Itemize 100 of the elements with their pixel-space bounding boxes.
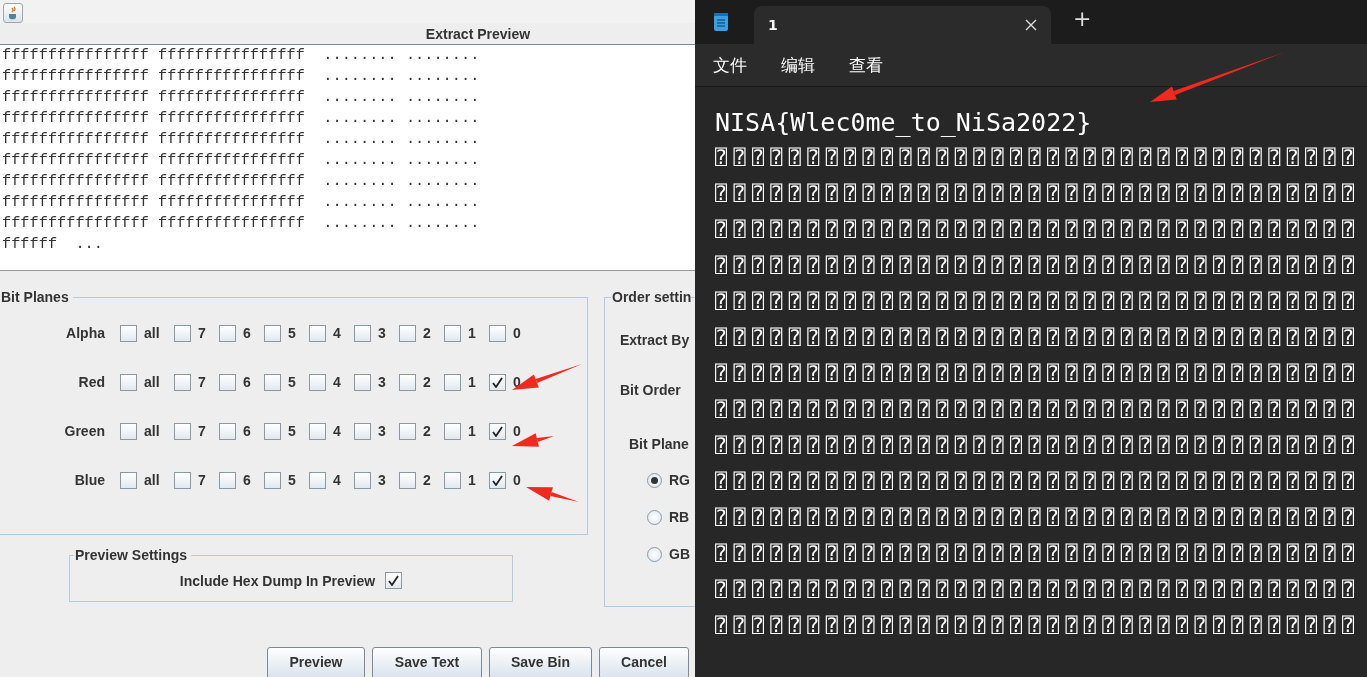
checkbox[interactable] <box>354 324 371 342</box>
hex-line: ffffffffffffffff ffffffffffffffff ........ ........ <box>2 108 481 129</box>
new-tab-button[interactable]: + <box>1073 5 1092 31</box>
checkbox[interactable] <box>264 471 281 489</box>
hex-line: ffffffffffffffff ffffffffffffffff ........ ........ <box>2 192 481 213</box>
tab-title: 1 <box>768 17 778 33</box>
hex-line: ffffffffffffffff ffffffffffffffff ........ ........ <box>2 150 481 171</box>
checkbox[interactable] <box>219 422 236 440</box>
checkbox-label: 7 <box>198 325 206 341</box>
field-label: Bit Order <box>620 382 682 398</box>
checkbox[interactable] <box>120 471 137 489</box>
checkbox[interactable] <box>489 471 506 489</box>
text-line: ⍰⍰⍰⍰⍰⍰⍰⍰⍰⍰⍰⍰⍰⍰⍰⍰⍰⍰⍰⍰⍰⍰⍰⍰⍰⍰⍰⍰⍰⍰⍰⍰⍰⍰⍰ <box>715 360 1362 387</box>
checkbox-label: 3 <box>378 423 386 439</box>
close-icon[interactable] <box>1025 19 1037 31</box>
radio-button[interactable] <box>647 509 662 525</box>
checkbox[interactable] <box>309 471 326 489</box>
checkbox[interactable] <box>174 373 191 391</box>
checkbox[interactable] <box>354 422 371 440</box>
checkbox-label: 5 <box>288 374 296 390</box>
text-line: ⍰⍰⍰⍰⍰⍰⍰⍰⍰⍰⍰⍰⍰⍰⍰⍰⍰⍰⍰⍰⍰⍰⍰⍰⍰⍰⍰⍰⍰⍰⍰⍰⍰⍰⍰ <box>715 468 1362 495</box>
checkbox-label: 7 <box>198 472 206 488</box>
menu-item[interactable]: 查看 <box>849 53 883 77</box>
text-line: ⍰⍰⍰⍰⍰⍰⍰⍰⍰⍰⍰⍰⍰⍰⍰⍰⍰⍰⍰⍰⍰⍰⍰⍰⍰⍰⍰⍰⍰⍰⍰⍰⍰⍰⍰ <box>715 144 1362 171</box>
text-line: ⍰⍰⍰⍰⍰⍰⍰⍰⍰⍰⍰⍰⍰⍰⍰⍰⍰⍰⍰⍰⍰⍰⍰⍰⍰⍰⍰⍰⍰⍰⍰⍰⍰⍰⍰ <box>715 288 1362 315</box>
field-label: Bit Plane <box>629 436 690 452</box>
checkbox[interactable] <box>489 324 506 342</box>
hex-line: ffffffffffffffff ffffffffffffffff ........ ........ <box>2 171 481 192</box>
checkbox-label: 5 <box>288 472 296 488</box>
checkbox-label: 4 <box>333 472 341 488</box>
field-label: Extract By <box>620 332 691 348</box>
annotation-arrow <box>526 487 579 502</box>
hex-line: ffffffffffffffff ffffffffffffffff ........ ........ <box>2 66 481 87</box>
checkbox[interactable] <box>174 422 191 440</box>
text-line: ⍰⍰⍰⍰⍰⍰⍰⍰⍰⍰⍰⍰⍰⍰⍰⍰⍰⍰⍰⍰⍰⍰⍰⍰⍰⍰⍰⍰⍰⍰⍰⍰⍰⍰⍰ <box>715 324 1362 351</box>
text-line: NISA{Wlec0me_to_NiSa2022} <box>715 107 1093 139</box>
checkbox-label: 4 <box>333 423 341 439</box>
checkbox-label: 7 <box>198 423 206 439</box>
document-tab[interactable]: 1 <box>754 6 1051 44</box>
java-cup-icon[interactable] <box>3 3 23 23</box>
checkbox[interactable] <box>399 422 416 440</box>
checkbox[interactable] <box>264 324 281 342</box>
checkbox[interactable] <box>354 471 371 489</box>
radio-button[interactable] <box>647 472 662 488</box>
checkbox[interactable] <box>219 324 236 342</box>
checkbox[interactable] <box>444 373 461 391</box>
checkbox-label: 2 <box>423 472 431 488</box>
hex-line: ffffff ... <box>2 234 104 255</box>
checkbox[interactable] <box>309 324 326 342</box>
hex-line: ffffffffffffffff ffffffffffffffff ........ ........ <box>2 45 481 66</box>
checkbox-label: 1 <box>468 472 476 488</box>
checkbox[interactable] <box>120 373 137 391</box>
text-line: ⍰⍰⍰⍰⍰⍰⍰⍰⍰⍰⍰⍰⍰⍰⍰⍰⍰⍰⍰⍰⍰⍰⍰⍰⍰⍰⍰⍰⍰⍰⍰⍰⍰⍰⍰ <box>715 612 1362 639</box>
text-line: ⍰⍰⍰⍰⍰⍰⍰⍰⍰⍰⍰⍰⍰⍰⍰⍰⍰⍰⍰⍰⍰⍰⍰⍰⍰⍰⍰⍰⍰⍰⍰⍰⍰⍰⍰ <box>715 576 1362 603</box>
checkbox[interactable] <box>489 373 506 391</box>
dialog-button[interactable]: Save Bin <box>489 647 592 677</box>
checkbox[interactable] <box>219 373 236 391</box>
menu-item[interactable]: 编辑 <box>781 53 815 77</box>
panel-title: Preview Settings <box>74 547 192 564</box>
checkbox-label: 4 <box>333 374 341 390</box>
checkbox[interactable] <box>444 324 461 342</box>
dialog-button[interactable]: Save Text <box>372 647 482 677</box>
checkbox[interactable] <box>444 471 461 489</box>
checkbox-label: Include Hex Dump In Preview <box>179 572 376 589</box>
checkbox[interactable] <box>399 324 416 342</box>
checkbox-label: 0 <box>513 472 521 488</box>
dialog-button[interactable]: Preview <box>267 647 365 677</box>
checkbox[interactable] <box>444 422 461 440</box>
checkbox[interactable] <box>120 422 137 440</box>
checkbox[interactable] <box>264 373 281 391</box>
dialog-button[interactable]: Cancel <box>599 647 689 677</box>
checkbox-label: 1 <box>468 374 476 390</box>
checkbox-label: 4 <box>333 325 341 341</box>
checkbox[interactable] <box>219 471 236 489</box>
checkbox[interactable] <box>264 422 281 440</box>
checkbox[interactable] <box>120 324 137 342</box>
channel-label: Red <box>77 374 105 390</box>
checkbox[interactable] <box>174 324 191 342</box>
checkbox-label: 6 <box>243 374 251 390</box>
checkbox[interactable] <box>174 471 191 489</box>
checkbox[interactable] <box>354 373 371 391</box>
menu-item[interactable]: 文件 <box>713 53 747 77</box>
checkbox-label: 3 <box>378 472 386 488</box>
checkbox-label: 3 <box>378 325 386 341</box>
channel-label: Blue <box>73 472 105 488</box>
checkbox-label: 7 <box>198 374 206 390</box>
checkbox[interactable] <box>309 422 326 440</box>
channel-label: Alpha <box>65 325 105 341</box>
checkbox-label: all <box>144 325 160 341</box>
checkbox[interactable] <box>399 373 416 391</box>
checkbox[interactable] <box>385 572 403 589</box>
checkbox[interactable] <box>399 471 416 489</box>
radio-button[interactable] <box>647 546 662 562</box>
notepad-icon <box>713 12 729 32</box>
text-line: ⍰⍰⍰⍰⍰⍰⍰⍰⍰⍰⍰⍰⍰⍰⍰⍰⍰⍰⍰⍰⍰⍰⍰⍰⍰⍰⍰⍰⍰⍰⍰⍰⍰⍰⍰ <box>715 540 1362 567</box>
checkbox-label: 1 <box>468 423 476 439</box>
checkbox[interactable] <box>489 422 506 440</box>
channel-label: Green <box>63 423 105 439</box>
radio-label: RG <box>669 472 690 488</box>
checkbox[interactable] <box>309 373 326 391</box>
